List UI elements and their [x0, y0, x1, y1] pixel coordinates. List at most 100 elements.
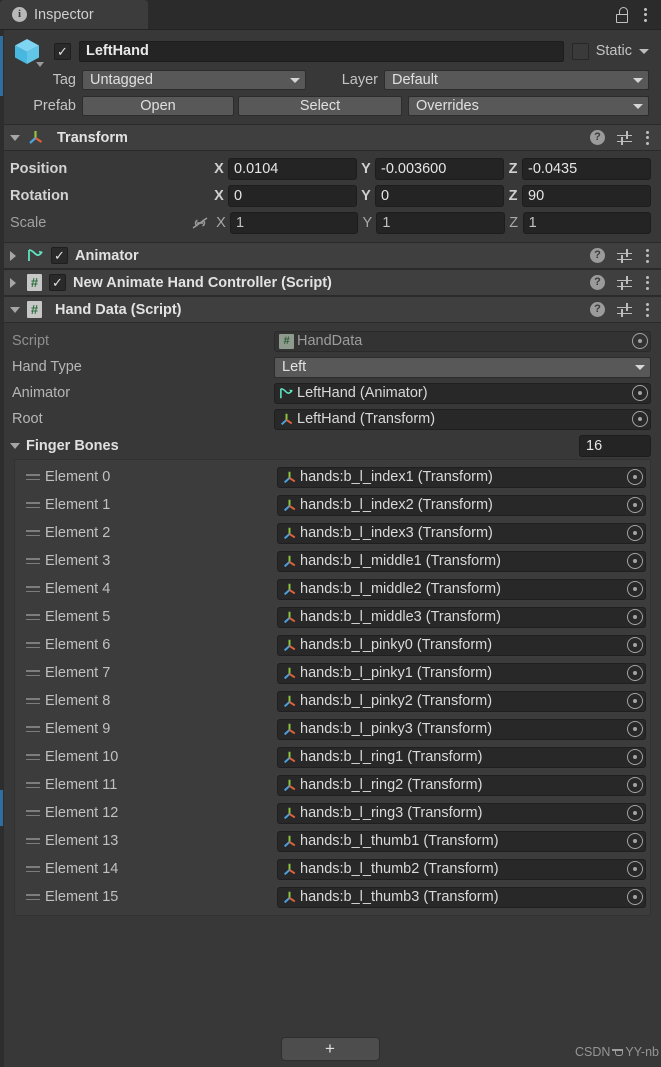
prefab-dropdown-caret-icon[interactable]: [36, 62, 44, 67]
drag-handle-icon[interactable]: [23, 894, 45, 900]
finger-bones-header[interactable]: Finger Bones 16: [0, 433, 661, 459]
object-picker-icon[interactable]: [627, 833, 643, 849]
hand-type-dropdown[interactable]: Left: [274, 356, 651, 378]
finger-bone-object-field[interactable]: hands:b_l_pinky3 (Transform): [277, 718, 646, 740]
finger-bone-object-field[interactable]: hands:b_l_thumb3 (Transform): [277, 886, 646, 908]
preset-settings-icon[interactable]: [617, 302, 632, 317]
hand-controller-foldout-icon[interactable]: [10, 277, 20, 288]
rotation-x-input[interactable]: 0: [228, 185, 357, 207]
drag-handle-icon[interactable]: [23, 810, 45, 816]
component-header-transform[interactable]: Transform ?: [0, 124, 661, 151]
object-picker-icon[interactable]: [627, 553, 643, 569]
finger-bone-object-field[interactable]: hands:b_l_index2 (Transform): [277, 494, 646, 516]
preset-settings-icon[interactable]: [617, 130, 632, 145]
position-x-input[interactable]: 0.0104: [228, 158, 357, 180]
object-picker-icon[interactable]: [632, 333, 648, 349]
prefab-select-button[interactable]: Select: [238, 96, 402, 116]
finger-bones-size-input[interactable]: 16: [579, 435, 651, 457]
tag-dropdown[interactable]: Untagged: [82, 70, 306, 90]
drag-handle-icon[interactable]: [23, 586, 45, 592]
drag-handle-icon[interactable]: [23, 866, 45, 872]
static-dropdown-caret-icon[interactable]: [639, 48, 649, 54]
kebab-menu-icon[interactable]: [644, 247, 651, 265]
drag-handle-icon[interactable]: [23, 782, 45, 788]
static-checkbox[interactable]: [571, 42, 589, 60]
finger-bone-object-field[interactable]: hands:b_l_thumb1 (Transform): [277, 830, 646, 852]
kebab-menu-icon[interactable]: [644, 129, 651, 147]
object-picker-icon[interactable]: [632, 385, 648, 401]
drag-handle-icon[interactable]: [23, 726, 45, 732]
object-picker-icon[interactable]: [627, 525, 643, 541]
drag-handle-icon[interactable]: [23, 530, 45, 536]
position-y-input[interactable]: -0.003600: [375, 158, 504, 180]
finger-bone-object-field[interactable]: hands:b_l_ring2 (Transform): [277, 774, 646, 796]
object-picker-icon[interactable]: [627, 777, 643, 793]
drag-handle-icon[interactable]: [23, 474, 45, 480]
finger-bone-object-field[interactable]: hands:b_l_pinky1 (Transform): [277, 662, 646, 684]
finger-bone-object-field[interactable]: hands:b_l_ring3 (Transform): [277, 802, 646, 824]
object-picker-icon[interactable]: [627, 469, 643, 485]
finger-bone-object-field[interactable]: hands:b_l_index3 (Transform): [277, 522, 646, 544]
prefab-cube-icon[interactable]: [10, 36, 46, 67]
object-picker-icon[interactable]: [627, 721, 643, 737]
add-component-button[interactable]: +: [280, 1037, 380, 1061]
rotation-z-input[interactable]: 90: [522, 185, 651, 207]
rotation-y-input[interactable]: 0: [375, 185, 504, 207]
finger-bone-object-field[interactable]: hands:b_l_pinky0 (Transform): [277, 634, 646, 656]
position-z-input[interactable]: -0.0435: [522, 158, 651, 180]
animator-foldout-icon[interactable]: [10, 250, 20, 261]
object-picker-icon[interactable]: [627, 497, 643, 513]
help-icon[interactable]: ?: [590, 130, 605, 145]
scale-z-input[interactable]: 1: [522, 212, 651, 234]
drag-handle-icon[interactable]: [23, 698, 45, 704]
root-object-field[interactable]: LeftHand (Transform): [274, 408, 651, 430]
scale-constrain-off-icon[interactable]: [190, 216, 210, 230]
kebab-menu-icon[interactable]: [644, 301, 651, 319]
object-picker-icon[interactable]: [627, 861, 643, 877]
object-picker-icon[interactable]: [627, 749, 643, 765]
object-picker-icon[interactable]: [632, 411, 648, 427]
finger-bone-object-field[interactable]: hands:b_l_ring1 (Transform): [277, 746, 646, 768]
component-header-animate-hand-controller[interactable]: # ✓ New Animate Hand Controller (Script)…: [0, 269, 661, 296]
component-header-hand-data[interactable]: # Hand Data (Script) ?: [0, 296, 661, 323]
object-picker-icon[interactable]: [627, 889, 643, 905]
object-picker-icon[interactable]: [627, 581, 643, 597]
prefab-overrides-dropdown[interactable]: Overrides: [408, 96, 649, 116]
finger-bone-object-field[interactable]: hands:b_l_thumb2 (Transform): [277, 858, 646, 880]
object-picker-icon[interactable]: [627, 609, 643, 625]
drag-handle-icon[interactable]: [23, 614, 45, 620]
kebab-menu-icon[interactable]: [644, 274, 651, 292]
prefab-open-button[interactable]: Open: [82, 96, 234, 116]
help-icon[interactable]: ?: [590, 302, 605, 317]
drag-handle-icon[interactable]: [23, 670, 45, 676]
finger-bone-object-field[interactable]: hands:b_l_index1 (Transform): [277, 466, 646, 488]
help-icon[interactable]: ?: [590, 275, 605, 290]
preset-settings-icon[interactable]: [617, 275, 632, 290]
drag-handle-icon[interactable]: [23, 558, 45, 564]
preset-settings-icon[interactable]: [617, 248, 632, 263]
animator-object-field[interactable]: LeftHand (Animator): [274, 382, 651, 404]
object-picker-icon[interactable]: [627, 693, 643, 709]
gameobject-name-input[interactable]: LeftHand: [79, 40, 564, 62]
animator-enabled-checkbox[interactable]: ✓: [51, 247, 68, 264]
drag-handle-icon[interactable]: [23, 838, 45, 844]
finger-bones-foldout-icon[interactable]: [10, 443, 20, 449]
component-header-animator[interactable]: ✓ Animator ?: [0, 242, 661, 269]
transform-foldout-icon[interactable]: [10, 134, 20, 141]
object-picker-icon[interactable]: [627, 805, 643, 821]
tab-inspector[interactable]: i Inspector: [0, 0, 148, 29]
finger-bone-object-field[interactable]: hands:b_l_middle3 (Transform): [277, 606, 646, 628]
lock-open-icon[interactable]: [615, 6, 629, 23]
kebab-menu-icon[interactable]: [642, 6, 649, 24]
finger-bone-object-field[interactable]: hands:b_l_middle2 (Transform): [277, 578, 646, 600]
hand-data-foldout-icon[interactable]: [10, 306, 20, 313]
drag-handle-icon[interactable]: [23, 754, 45, 760]
drag-handle-icon[interactable]: [23, 642, 45, 648]
object-picker-icon[interactable]: [627, 637, 643, 653]
scale-y-input[interactable]: 1: [376, 212, 505, 234]
hand-controller-enabled-checkbox[interactable]: ✓: [49, 274, 66, 291]
finger-bone-object-field[interactable]: hands:b_l_pinky2 (Transform): [277, 690, 646, 712]
object-picker-icon[interactable]: [627, 665, 643, 681]
help-icon[interactable]: ?: [590, 248, 605, 263]
layer-dropdown[interactable]: Default: [384, 70, 649, 90]
